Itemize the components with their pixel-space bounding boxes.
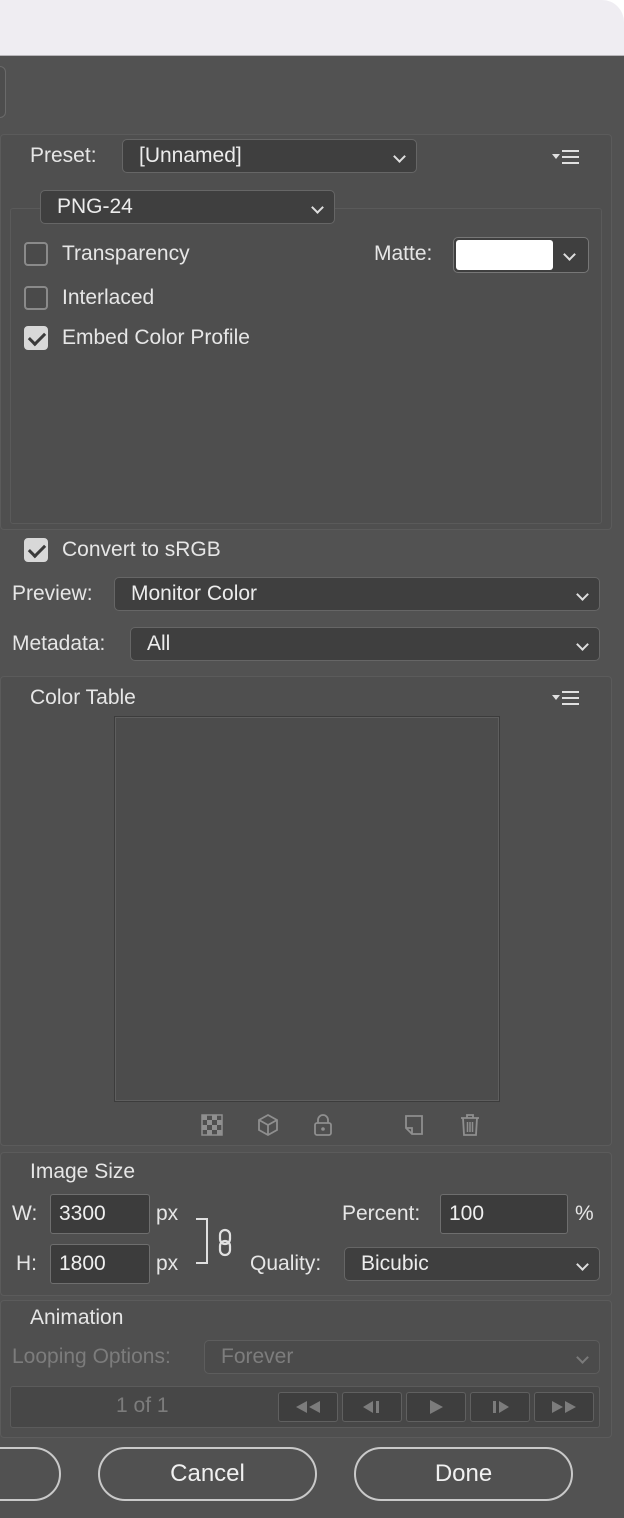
color-table-menu-icon[interactable]: [552, 688, 582, 708]
step-forward-icon: [493, 1401, 509, 1413]
width-label: W:: [12, 1202, 38, 1225]
format-select[interactable]: PNG-24: [40, 190, 335, 224]
interlaced-label: Interlaced: [62, 286, 155, 309]
next-frame-button[interactable]: [470, 1392, 530, 1422]
quality-value: Bicubic: [361, 1252, 429, 1275]
checkerboard-icon[interactable]: [199, 1112, 225, 1138]
fast-forward-icon: [552, 1401, 576, 1413]
first-frame-button[interactable]: [278, 1392, 338, 1422]
looping-options-select[interactable]: Forever: [204, 1340, 600, 1374]
play-button[interactable]: [406, 1392, 466, 1422]
chevron-down-icon: [576, 638, 589, 651]
trash-icon[interactable]: [457, 1112, 483, 1138]
chevron-down-icon: [563, 248, 576, 261]
metadata-label: Metadata:: [12, 632, 106, 655]
done-button[interactable]: Done: [354, 1447, 573, 1501]
height-label: H:: [16, 1252, 37, 1275]
metadata-select[interactable]: All: [130, 627, 600, 661]
metadata-value: All: [147, 632, 171, 655]
convert-srgb-checkbox[interactable]: [24, 538, 48, 562]
chevron-down-icon: [576, 588, 589, 601]
width-unit: px: [156, 1202, 179, 1225]
quality-label: Quality:: [250, 1252, 322, 1275]
looping-options-label: Looping Options:: [12, 1345, 171, 1368]
cancel-button[interactable]: Cancel: [98, 1447, 317, 1501]
new-color-icon[interactable]: [401, 1112, 427, 1138]
color-table-grid[interactable]: [114, 716, 500, 1102]
chevron-down-icon: [393, 150, 406, 163]
last-frame-button[interactable]: [534, 1392, 594, 1422]
transparency-label: Transparency: [62, 242, 190, 265]
preset-label: Preset:: [30, 144, 97, 167]
toolbar-stub[interactable]: [0, 66, 6, 118]
convert-srgb-label: Convert to sRGB: [62, 538, 221, 561]
preview-value: Monitor Color: [131, 582, 258, 605]
percent-label: Percent:: [342, 1202, 421, 1225]
preset-menu-icon[interactable]: [552, 147, 582, 167]
embed-color-profile-label: Embed Color Profile: [62, 326, 250, 349]
preview-label: Preview:: [12, 582, 93, 605]
link-chain-icon[interactable]: [216, 1228, 236, 1258]
width-input[interactable]: 3300: [50, 1194, 150, 1234]
frame-counter: 1 of 1: [116, 1394, 169, 1417]
constrain-bracket: [196, 1218, 208, 1264]
percent-unit: %: [575, 1202, 594, 1225]
previous-frame-button[interactable]: [342, 1392, 402, 1422]
cube-icon[interactable]: [255, 1112, 281, 1138]
interlaced-checkbox[interactable]: [24, 286, 48, 310]
play-icon: [430, 1400, 443, 1414]
matte-swatch: [456, 240, 553, 270]
step-back-icon: [363, 1401, 379, 1413]
rewind-icon: [296, 1401, 320, 1413]
percent-input[interactable]: 100: [440, 1194, 568, 1234]
quality-select[interactable]: Bicubic: [344, 1247, 600, 1281]
preset-value: [Unnamed]: [139, 144, 242, 167]
chevron-down-icon: [576, 1258, 589, 1271]
chevron-down-icon: [311, 201, 324, 214]
height-unit: px: [156, 1252, 179, 1275]
looping-options-value: Forever: [221, 1345, 294, 1368]
window-titlebar: [0, 0, 624, 56]
lock-icon[interactable]: [310, 1112, 336, 1138]
height-input[interactable]: 1800: [50, 1244, 150, 1284]
image-size-heading: Image Size: [30, 1160, 136, 1183]
format-value: PNG-24: [57, 195, 133, 218]
preset-select[interactable]: [Unnamed]: [122, 139, 417, 173]
matte-color-select[interactable]: [453, 237, 589, 273]
color-table-heading: Color Table: [30, 686, 136, 709]
animation-heading: Animation: [30, 1306, 124, 1329]
matte-label: Matte:: [374, 242, 433, 265]
transparency-checkbox[interactable]: [24, 242, 48, 266]
left-edge-button[interactable]: [0, 1447, 61, 1501]
embed-color-profile-checkbox[interactable]: [24, 326, 48, 350]
chevron-down-icon: [576, 1351, 589, 1364]
preview-select[interactable]: Monitor Color: [114, 577, 600, 611]
